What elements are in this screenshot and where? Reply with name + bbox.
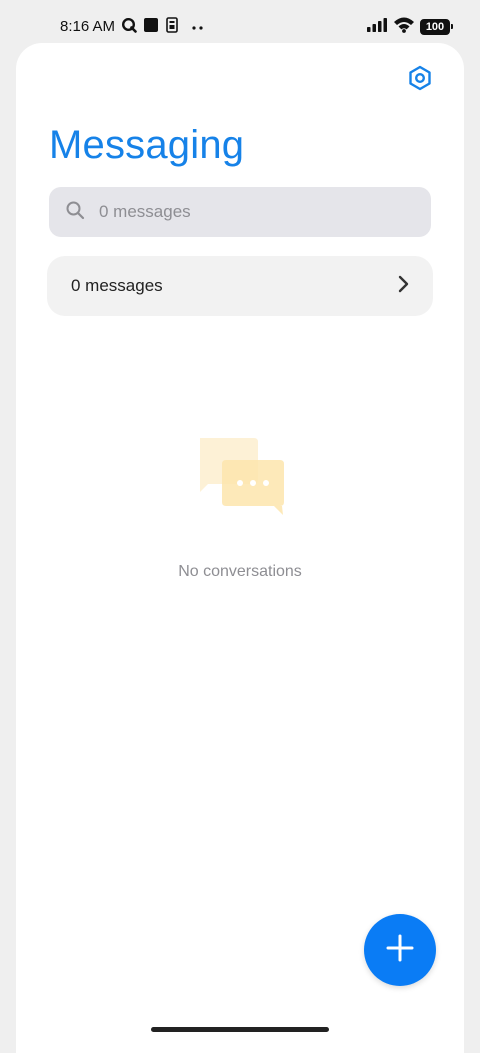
messages-summary-row[interactable]: 0 messages (47, 256, 433, 316)
settings-icon (407, 65, 433, 96)
status-notification-icons (121, 16, 205, 38)
settings-button[interactable] (405, 65, 435, 95)
new-message-button[interactable] (364, 914, 436, 986)
search-input[interactable] (97, 201, 401, 223)
q-app-icon (121, 17, 137, 38)
home-indicator[interactable] (151, 1027, 329, 1032)
plus-icon (385, 933, 415, 968)
page-title: Messaging (49, 123, 245, 167)
more-dots-icon (191, 18, 205, 36)
main-panel: Messaging 0 messages No conversations (16, 43, 464, 1053)
sim-icon (165, 16, 179, 38)
chevron-right-icon (397, 275, 409, 298)
status-time: 8:16 AM (60, 18, 116, 35)
signal-icon (366, 17, 388, 38)
battery-icon: 100 (420, 19, 453, 35)
status-system-icons: 100 (366, 16, 453, 38)
search-icon (65, 200, 85, 225)
square-app-icon (143, 17, 159, 38)
empty-state-text: No conversations (178, 563, 302, 580)
empty-conversations-illustration (196, 436, 286, 516)
summary-label: 0 messages (71, 276, 163, 295)
battery-level: 100 (425, 21, 445, 33)
wifi-icon (393, 16, 415, 38)
search-bar[interactable] (49, 187, 431, 237)
status-bar: 8:16 AM 100 (0, 0, 480, 44)
